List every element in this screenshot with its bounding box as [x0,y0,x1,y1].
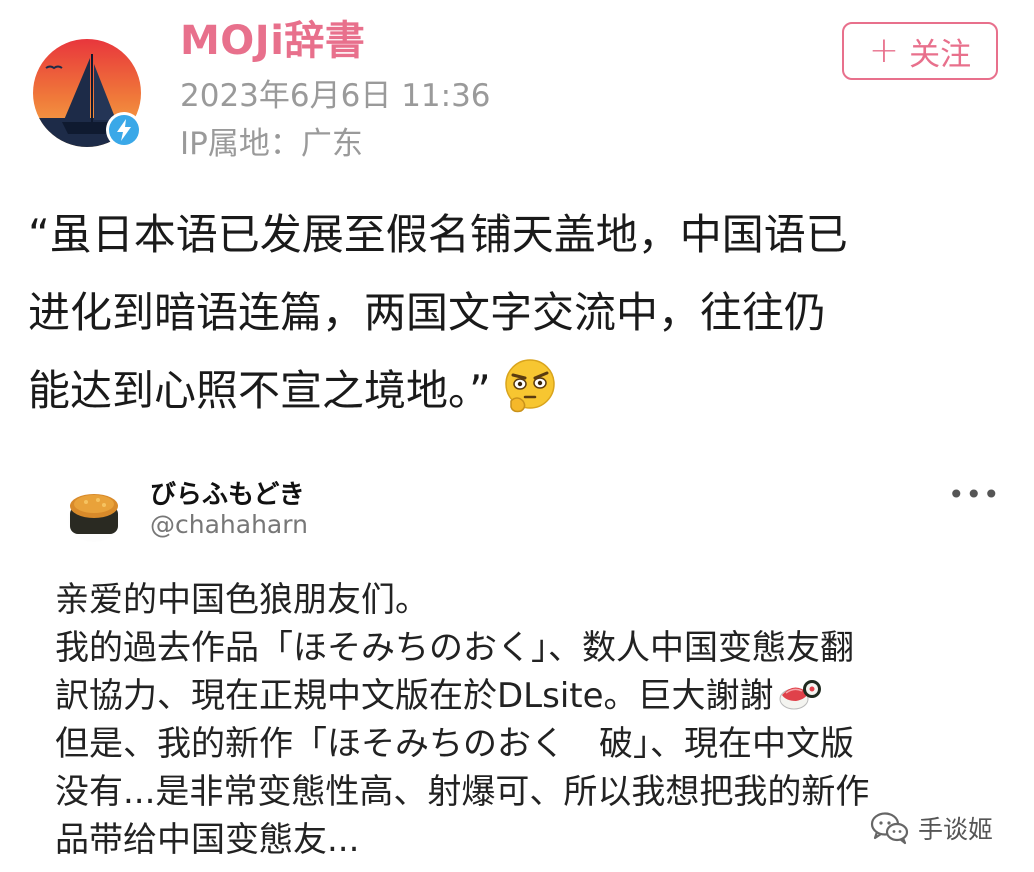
post-text-line-last: 能达到心照不宣之境地。” [28,352,1013,430]
tweet-author-avatar[interactable] [60,480,128,548]
ip-location: IP属地：广东 [180,126,363,162]
post-text-line: 进化到暗语连篇，两国文字交流中，往往仍 [28,288,827,337]
thinking-stare-emoji-icon [505,359,555,413]
tweet-text-line: 品带给中国变態友... [55,820,360,860]
follow-label: 关注 [909,36,972,73]
more-options-icon[interactable]: ••• [948,478,1001,511]
tweet-text-line: 但是、我的新作「ほそみちのおく 破」、現在中文版 [55,724,854,764]
watermark-text: 手谈姬 [918,815,994,844]
tweet-text-line: 没有...是非常变態性高、射爆可、所以我想把我的新作 [55,772,870,812]
weibo-post-screenshot: MOJi辞書 2023年6月6日 11:36 IP属地：广东 + 关注 “虽日本… [0,0,1034,872]
tweet-handle[interactable]: @chahaharn [150,510,308,539]
tweet-display-name[interactable]: びらふもどき [150,474,305,511]
tweet-text-line: 我的過去作品「ほそみちのおく」、数人中国变態友翻 [55,628,854,668]
tweet-text-line: 亲爱的中国色狼朋友们。 [55,580,429,620]
follow-button[interactable]: + 关注 [842,22,998,80]
sushi-emoji-icon [779,680,821,710]
tweet-text-line-with-emoji: 訳協力、現在正規中文版在於DLsite。巨大謝謝 [55,672,995,720]
watermark: 手谈姬 [870,810,993,846]
author-name[interactable]: MOJi辞書 [180,8,365,66]
plus-icon: + [868,30,900,71]
post-text: “虽日本语已发展至假名铺天盖地，中国语已 进化到暗语连篇，两国文字交流中，往往仍… [28,196,1013,430]
tweet-text-line: 訳協力、現在正規中文版在於DLsite。巨大謝謝 [55,676,774,716]
verified-badge-icon [106,112,142,148]
tweet-text: 亲爱的中国色狼朋友们。 我的過去作品「ほそみちのおく」、数人中国变態友翻 訳協力… [55,576,995,864]
post-text-line: 能达到心照不宣之境地。” [28,366,491,415]
wechat-icon [870,812,909,845]
post-timestamp: 2023年6月6日 11:36 [180,78,491,114]
post-text-line: “虽日本语已发展至假名铺天盖地，中国语已 [28,210,848,259]
